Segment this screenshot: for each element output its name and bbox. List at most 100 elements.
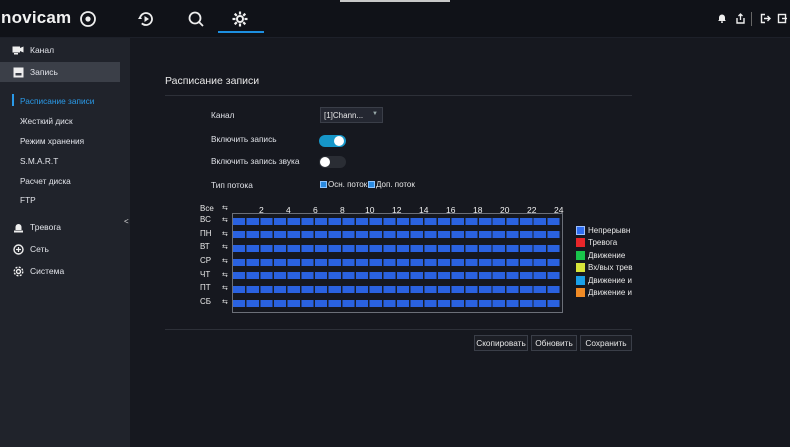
schedule-row[interactable] [233,272,561,279]
record-icon [12,67,24,78]
sub-stream-checkbox[interactable]: Доп. поток [368,180,415,189]
sidebar-item-label: Запись [30,67,58,77]
subitem-label: S.M.A.R.T [20,156,59,166]
row-select-arrows-icon[interactable]: ⇆ [222,257,228,265]
top-bar: novicam [0,0,790,38]
sidebar-item-record[interactable]: Запись [0,62,120,82]
toggle-knob [320,157,330,167]
day-label: ПН [200,229,212,238]
refresh-button[interactable]: Обновить [531,335,577,351]
page-title: Расписание записи [165,75,260,87]
sub-stream-label: Доп. поток [376,180,415,189]
search-icon[interactable] [185,8,207,30]
legend-swatch [576,276,585,285]
sidebar-item-alarm[interactable]: Тревога [0,217,120,237]
day-label: ЧТ [200,270,211,279]
brand-logo: novicam [1,8,72,27]
checkbox-checked-icon [368,181,375,188]
save-button[interactable]: Сохранить [580,335,632,351]
day-label: ВС [200,215,211,224]
power-icon[interactable] [776,12,788,24]
exit-icon[interactable] [759,12,771,24]
schedule-row[interactable] [233,259,561,266]
bell-icon[interactable] [716,12,728,24]
legend-item: Непрерывн [576,226,630,235]
checkbox-checked-icon [320,181,327,188]
row-select-arrows-icon[interactable]: ⇆ [222,216,228,224]
subitem-label: Расписание записи [20,96,95,106]
legend-label: Движение и [588,276,632,285]
enable-audio-label: Включить запись звука [211,156,300,166]
legend-label: Движение и [588,288,632,297]
legend-item: Движение [576,251,625,260]
channel-value: [1]Chann... [324,110,364,120]
row-select-arrows-icon[interactable]: ⇆ [222,284,228,292]
subitem-label: Режим хранения [20,136,85,146]
chevron-down-icon: ▼ [372,111,378,117]
collapse-sidebar-icon[interactable]: < [124,217,130,227]
subitem-label: Жесткий диск [20,116,73,126]
sidebar-item-label: Сеть [30,244,49,254]
legend-label: Вх/вых трев [588,263,633,272]
subitem-label: FTP [20,195,36,205]
sidebar-item-system[interactable]: Система [0,261,120,281]
title-divider [165,95,632,96]
system-icon [12,265,24,277]
enable-record-toggle[interactable] [319,135,346,147]
alarm-icon [12,222,24,233]
row-select-arrows-icon[interactable]: ⇆ [222,271,228,279]
subitem-hdd[interactable]: Жесткий диск [0,112,120,130]
day-label: ВТ [200,242,210,251]
schedule-row[interactable] [233,218,561,225]
legend-swatch [576,238,585,247]
schedule-row[interactable] [233,286,561,293]
row-select-arrows-icon[interactable]: ⇆ [222,243,228,251]
legend-swatch [576,226,585,235]
legend-swatch [576,263,585,272]
legend-item: Движение и [576,288,632,297]
top-divider [751,12,752,26]
subitem-label: Расчет диска [20,176,71,186]
subitem-ftp[interactable]: FTP [0,191,120,209]
sidebar-item-label: Тревога [30,222,61,232]
sidebar-item-label: Система [30,266,65,276]
legend-item: Вх/вых трев [576,263,633,272]
channel-label: Канал [211,110,235,120]
day-label: СБ [200,297,212,306]
schedule-row[interactable] [233,231,561,238]
subitem-record-schedule[interactable]: Расписание записи [0,92,120,110]
main-stream-label: Осн. поток [328,180,368,189]
network-icon [12,243,24,255]
select-all-arrows-icon[interactable]: ⇆ [222,204,228,212]
legend-item: Движение и [576,276,632,285]
main-stream-checkbox[interactable]: Осн. поток [320,180,367,189]
channel-select[interactable]: [1]Chann... ▼ [320,107,383,123]
legend-swatch [576,251,585,260]
sidebar-item-label: Канал [30,45,55,55]
settings-icon[interactable] [229,8,251,30]
live-icon[interactable] [77,8,99,30]
copy-button[interactable]: Скопировать [474,335,528,351]
legend-item: Тревога [576,238,617,247]
logout-icon[interactable] [734,12,746,24]
subitem-storage-mode[interactable]: Режим хранения [0,132,120,150]
top-strip [340,0,450,2]
subitem-smart[interactable]: S.M.A.R.T [0,152,120,170]
subitem-disk-calc[interactable]: Расчет диска [0,172,120,190]
stream-type-label: Тип потока [211,180,253,190]
enable-audio-toggle[interactable] [319,156,346,168]
select-all-label: Все [200,204,214,213]
schedule-row[interactable] [233,300,561,307]
sidebar-item-channel[interactable]: Канал [0,40,120,60]
legend-label: Тревога [588,238,618,247]
row-select-arrows-icon[interactable]: ⇆ [222,298,228,306]
row-select-arrows-icon[interactable]: ⇆ [222,230,228,238]
buttons-divider [165,329,632,330]
legend-label: Непрерывн [588,226,631,235]
toggle-knob [334,136,344,146]
day-label: ПТ [200,283,211,292]
enable-record-label: Включить запись [211,134,277,144]
playback-icon[interactable] [135,8,157,30]
sidebar-item-network[interactable]: Сеть [0,239,120,259]
schedule-row[interactable] [233,245,561,252]
